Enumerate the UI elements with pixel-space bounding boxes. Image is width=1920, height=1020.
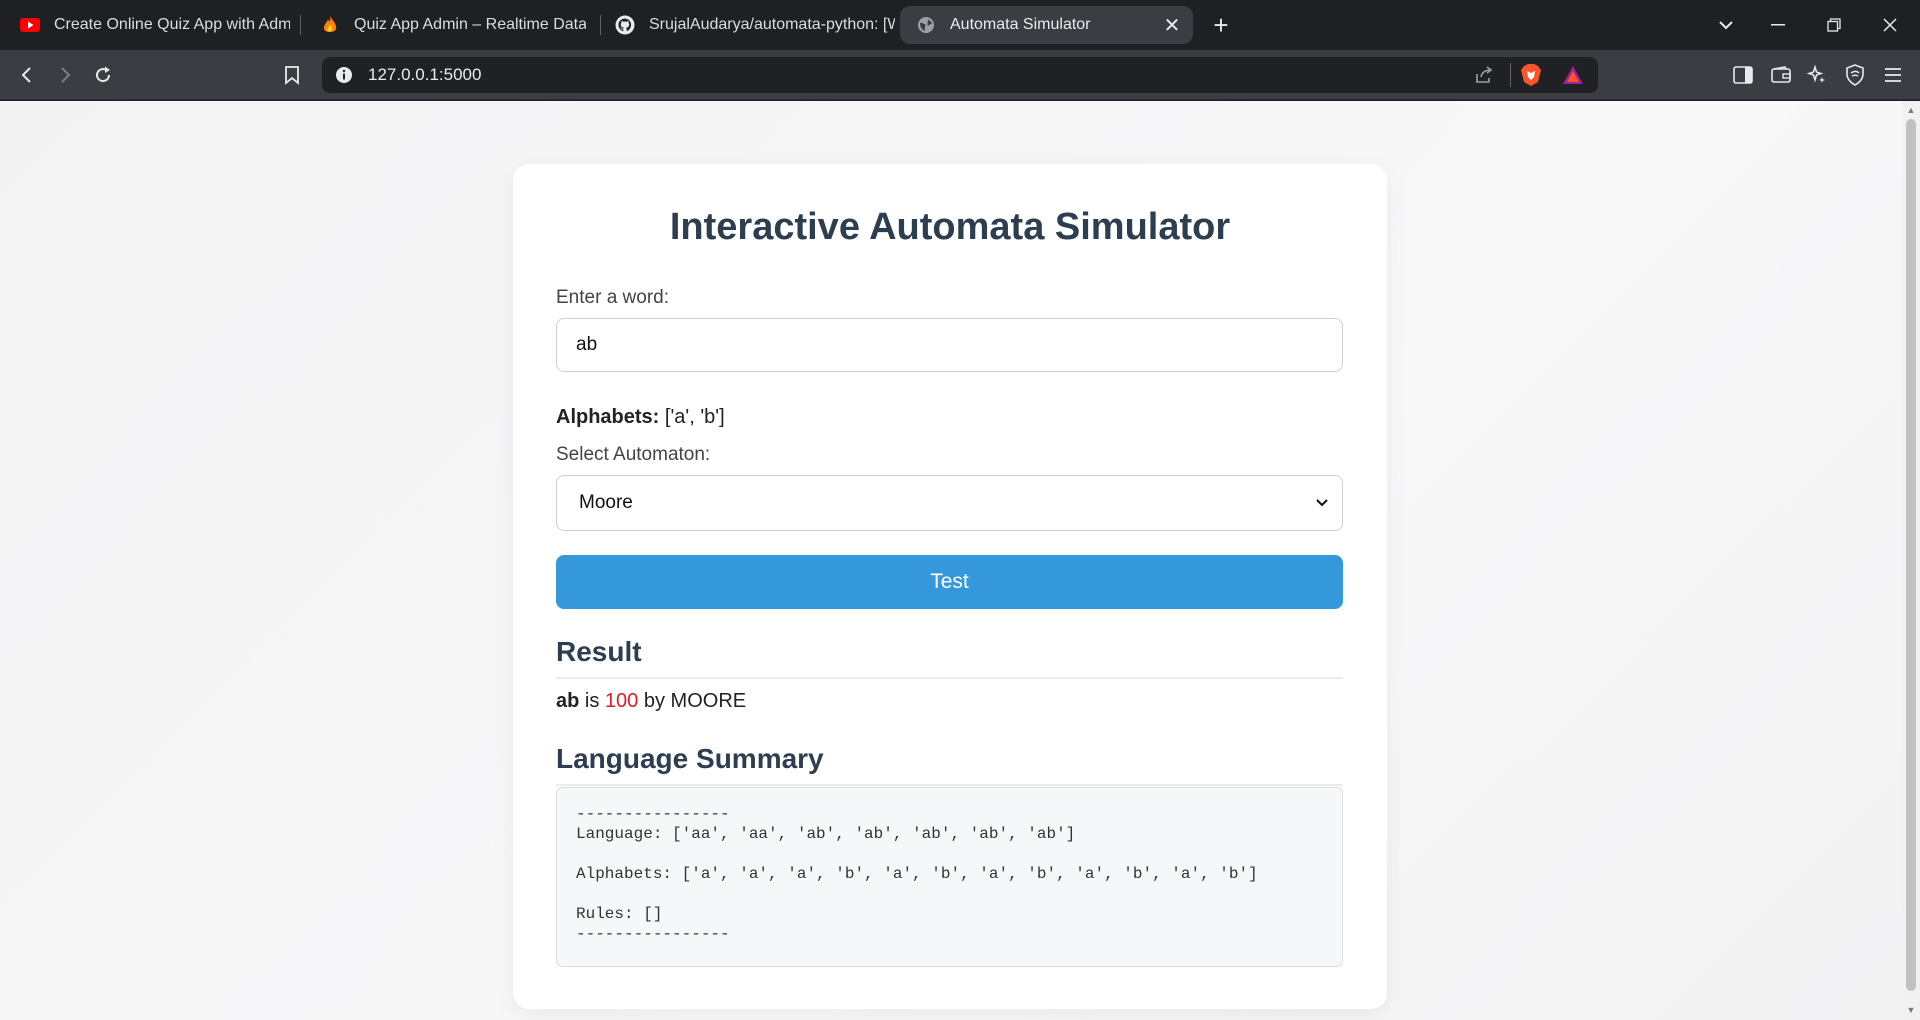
page-scrollbar[interactable]: ▲ ▼ bbox=[1902, 101, 1920, 1020]
tab-search-button[interactable] bbox=[1698, 0, 1754, 50]
tab-github-repo[interactable]: SrujalAudarya/automata-python: [W bbox=[615, 0, 895, 50]
browser-toolbar: 127.0.0.1:5000 bbox=[0, 50, 1920, 100]
tab-divider bbox=[300, 15, 301, 35]
forward-arrow-icon bbox=[61, 67, 71, 83]
tab-divider bbox=[600, 15, 601, 35]
close-tab-icon[interactable]: ✕ bbox=[1161, 14, 1183, 37]
automaton-select[interactable]: Moore bbox=[556, 475, 1343, 531]
back-arrow-icon bbox=[21, 67, 31, 83]
alphabets-value: ['a', 'b'] bbox=[664, 406, 725, 428]
url-text: 127.0.0.1:5000 bbox=[368, 65, 482, 84]
sparkle-icon bbox=[1807, 65, 1825, 83]
language-summary-box: ---------------- Language: ['aa', 'aa', … bbox=[556, 787, 1343, 967]
simulator-card: Interactive Automata Simulator Enter a w… bbox=[513, 164, 1387, 1009]
scroll-up-icon[interactable]: ▲ bbox=[1906, 105, 1916, 115]
tab-label: Quiz App Admin – Realtime Database bbox=[354, 16, 586, 33]
menu-button[interactable] bbox=[1878, 60, 1908, 90]
summary-divider-top: ---------------- bbox=[576, 805, 730, 823]
reload-icon bbox=[96, 66, 111, 83]
shield-icon bbox=[1846, 64, 1864, 86]
tab-automata-simulator[interactable]: Automata Simulator ✕ bbox=[900, 6, 1193, 44]
scroll-down-icon[interactable]: ▼ bbox=[1906, 1005, 1916, 1015]
summary-rules: Rules: [] bbox=[576, 905, 663, 923]
leo-ai-button[interactable] bbox=[1802, 60, 1832, 90]
tab-quiz-app-admin[interactable]: Quiz App Admin – Realtime Database bbox=[320, 0, 586, 50]
globe-icon bbox=[916, 15, 936, 35]
wallet-button[interactable] bbox=[1766, 60, 1796, 90]
alphabets-label: Alphabets: bbox=[556, 406, 660, 428]
automaton-select-value: Moore bbox=[579, 492, 633, 513]
restore-button[interactable] bbox=[1806, 0, 1862, 50]
brave-shields-icon[interactable] bbox=[1520, 63, 1542, 92]
word-input[interactable]: ab bbox=[556, 318, 1343, 372]
forward-button[interactable] bbox=[50, 60, 80, 90]
new-tab-button[interactable]: + bbox=[1208, 10, 1234, 40]
result-word: ab bbox=[556, 690, 580, 712]
close-window-button[interactable] bbox=[1862, 0, 1918, 50]
address-bar[interactable]: 127.0.0.1:5000 bbox=[322, 57, 1598, 93]
sidebar-icon bbox=[1733, 66, 1753, 84]
summary-divider bbox=[556, 784, 1343, 786]
minimize-icon bbox=[1771, 24, 1785, 26]
result-heading: Result bbox=[556, 636, 642, 667]
sidebar-button[interactable] bbox=[1728, 60, 1758, 90]
wallet-icon bbox=[1771, 66, 1791, 83]
tab-label: Create Online Quiz App with Admin bbox=[54, 16, 290, 33]
firebase-icon bbox=[320, 15, 340, 35]
close-icon bbox=[1883, 18, 1897, 32]
summary-gap bbox=[576, 884, 1323, 904]
tab-label: Automata Simulator bbox=[950, 16, 1091, 33]
summary-divider-bottom: ---------------- bbox=[576, 925, 730, 943]
chevron-down-icon bbox=[1719, 21, 1733, 30]
summary-gap bbox=[576, 844, 1323, 864]
result-by: by MOORE bbox=[643, 690, 747, 712]
tab-strip: Create Online Quiz App with Admin Quiz A… bbox=[0, 0, 1920, 50]
site-info-icon[interactable] bbox=[334, 65, 354, 85]
page-title: Interactive Automata Simulator bbox=[669, 206, 1231, 248]
result-is: is bbox=[584, 690, 600, 712]
tab-quiz-app-youtube[interactable]: Create Online Quiz App with Admin bbox=[20, 0, 290, 50]
github-icon bbox=[615, 15, 635, 35]
test-button[interactable]: Test bbox=[556, 555, 1343, 609]
brave-rewards-icon[interactable] bbox=[1562, 65, 1584, 90]
result-text: ab is 100 by MOORE bbox=[556, 690, 746, 713]
language-summary-heading: Language Summary bbox=[556, 743, 824, 774]
scrollbar-thumb[interactable] bbox=[1906, 119, 1916, 991]
vpn-button[interactable] bbox=[1840, 60, 1870, 90]
summary-language: Language: ['aa', 'aa', 'ab', 'ab', 'ab',… bbox=[576, 825, 1076, 843]
youtube-icon bbox=[20, 15, 40, 35]
summary-alphabets: Alphabets: ['a', 'a', 'a', 'b', 'a', 'b'… bbox=[576, 865, 1258, 883]
alphabets-line: Alphabets: ['a', 'b'] bbox=[556, 406, 725, 429]
bookmark-button[interactable] bbox=[277, 60, 307, 90]
reload-button[interactable] bbox=[88, 60, 118, 90]
result-value: 100 bbox=[604, 690, 639, 712]
page-viewport: Interactive Automata Simulator Enter a w… bbox=[0, 101, 1902, 1020]
automaton-select-label: Select Automaton: bbox=[556, 444, 711, 465]
omnibox-divider bbox=[1510, 63, 1511, 87]
back-button[interactable] bbox=[12, 60, 42, 90]
chevron-down-icon bbox=[1314, 476, 1330, 530]
bookmark-icon bbox=[285, 66, 299, 85]
restore-icon bbox=[1827, 18, 1841, 32]
share-icon[interactable] bbox=[1474, 65, 1494, 90]
hamburger-menu-icon bbox=[1885, 68, 1901, 82]
result-divider bbox=[556, 677, 1343, 679]
word-input-label: Enter a word: bbox=[556, 287, 669, 308]
tab-label: SrujalAudarya/automata-python: [W bbox=[649, 16, 895, 33]
minimize-button[interactable] bbox=[1750, 0, 1806, 50]
